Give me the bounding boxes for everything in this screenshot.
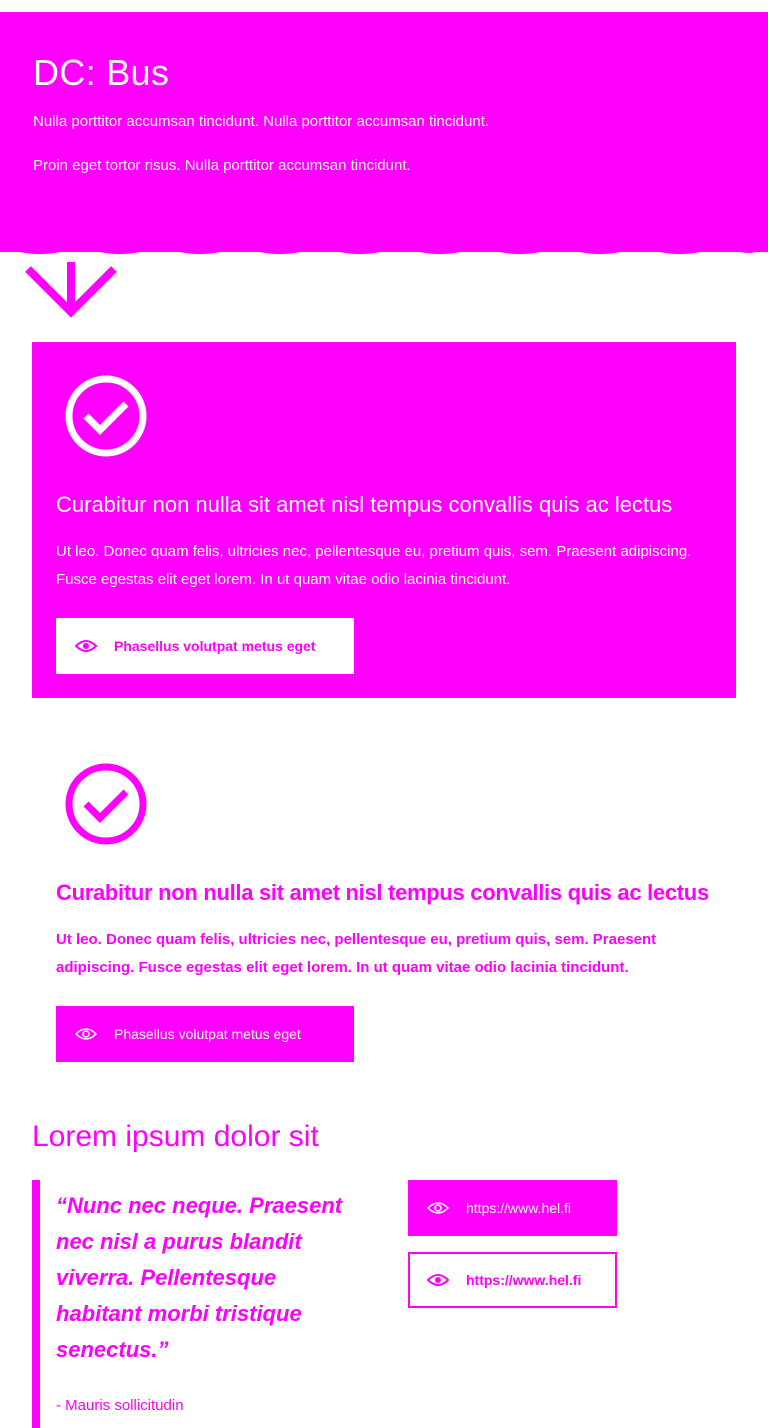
card-text: Ut leo. Donec quam felis, ultricies nec,… xyxy=(56,931,657,976)
eye-icon xyxy=(427,1202,449,1214)
link-button-filled[interactable]: https://www.hel.fi xyxy=(408,1180,617,1236)
link-label: https://www.hel.fi xyxy=(466,1272,582,1288)
blockquote: “Nunc nec neque. Praesent nec nisl a pur… xyxy=(56,1193,343,1362)
arrow-down-icon xyxy=(25,262,117,318)
eye-icon xyxy=(427,1274,449,1286)
hero-banner: DC: Bus Nulla porttitor accumsan tincidu… xyxy=(0,12,768,252)
button-label: Phasellus volutpat metus eget xyxy=(114,638,316,654)
wave-divider xyxy=(0,240,768,254)
info-card-inverted: Curabitur non nulla sit amet nisl tempus… xyxy=(32,342,736,698)
link-button-outline[interactable]: https://www.hel.fi xyxy=(408,1252,617,1308)
info-card-plain: Curabitur non nulla sit amet nisl tempus… xyxy=(32,730,736,1070)
hero-paragraph: Nulla porttitor accumsan tincidunt. Null… xyxy=(33,113,490,130)
quote-author: - Mauris sollicitudin xyxy=(56,1397,184,1414)
section-title: Lorem ipsum dolor sit xyxy=(32,1120,319,1153)
card-text: Ut leo. Donec quam felis, ultricies nec,… xyxy=(56,543,692,588)
quote-accent-bar xyxy=(32,1180,40,1428)
eye-icon xyxy=(75,640,97,652)
card-heading: Curabitur non nulla sit amet nisl tempus… xyxy=(56,492,673,517)
hero-paragraph: Proin eget tortor risus. Nulla porttitor… xyxy=(33,157,411,174)
eye-icon xyxy=(75,1028,97,1040)
check-circle-icon xyxy=(65,763,147,845)
card-heading: Curabitur non nulla sit amet nisl tempus… xyxy=(56,880,709,905)
phasellus-button[interactable]: Phasellus volutpat metus eget xyxy=(56,1006,354,1062)
link-label: https://www.hel.fi xyxy=(466,1200,572,1216)
phasellus-button[interactable]: Phasellus volutpat metus eget xyxy=(56,618,354,674)
button-label: Phasellus volutpat metus eget xyxy=(114,1026,301,1042)
check-circle-icon xyxy=(65,375,147,457)
page-title: DC: Bus xyxy=(33,52,170,93)
